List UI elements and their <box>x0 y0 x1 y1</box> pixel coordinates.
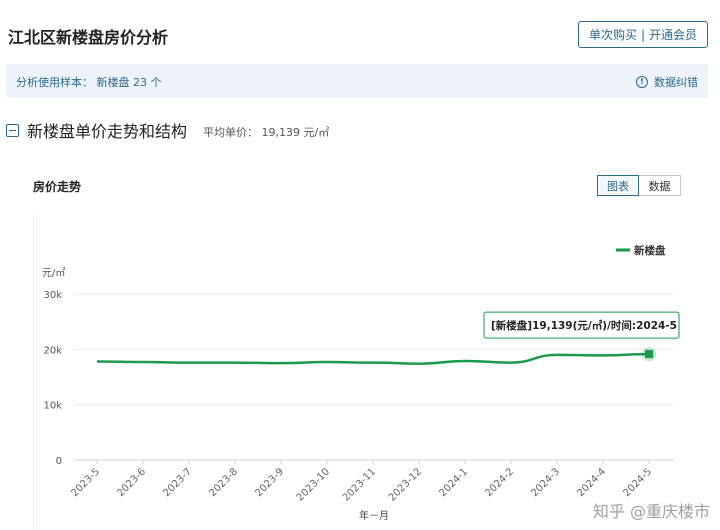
x-tick-label: 2024-3 <box>529 466 562 499</box>
view-toggle: 图表 数据 <box>597 175 681 196</box>
tab-chart[interactable]: 图表 <box>597 175 639 196</box>
open-membership-link[interactable]: 开通会员 <box>649 26 697 43</box>
x-tick-label: 2023-8 <box>207 466 240 499</box>
price-trend-chart: 0 10k 20k 30k 元/㎡ 2023-5 2023-6 2023-7 2023-8 202… <box>33 212 693 530</box>
x-tick-label: 2023-10 <box>295 466 332 503</box>
chart-title: 房价走势 <box>33 180 82 194</box>
sample-info-bar: 分析使用样本： 新楼盘 23 个 ! 数据纠错 <box>6 64 708 98</box>
buy-once-link[interactable]: 单次购买 <box>589 26 637 43</box>
x-tick-label: 2023-12 <box>387 466 424 503</box>
x-tick-label: 2023-6 <box>115 466 148 499</box>
data-correction-button[interactable]: ! 数据纠错 <box>636 74 698 90</box>
tab-data[interactable]: 数据 <box>639 175 681 196</box>
x-tick-label: 2024-5 <box>621 466 654 499</box>
x-tick-label: 2023-5 <box>69 466 102 499</box>
x-tick-label: 2024-4 <box>575 466 608 499</box>
y-tick-label: 20k <box>43 345 62 356</box>
x-tick-label: 2023-11 <box>341 466 378 503</box>
button-separator: | <box>640 27 646 42</box>
legend-label: 新楼盘 <box>634 244 666 257</box>
info-circle-icon: ! <box>636 76 648 88</box>
series-line-new-homes <box>96 352 650 365</box>
watermark: 知乎 @重庆楼市 <box>592 502 710 521</box>
average-price: 平均单价： 19,139 元/㎡ <box>203 125 330 139</box>
section-title: 新楼盘单价走势和结构 <box>27 122 188 141</box>
sample-count-label: 分析使用样本： 新楼盘 23 个 <box>16 76 162 89</box>
x-axis-label: 年－月 <box>359 509 389 522</box>
data-point-marker <box>645 350 653 359</box>
data-correction-label[interactable]: 数据纠错 <box>654 74 698 90</box>
purchase-membership-button[interactable]: 单次购买 | 开通会员 <box>578 21 708 48</box>
y-tick-label: 0 <box>56 456 62 467</box>
x-tick-label: 2024-2 <box>483 466 516 499</box>
x-tick-label: 2023-9 <box>253 466 286 499</box>
y-axis-label: 元/㎡ <box>42 267 65 279</box>
x-tick-label: 2023-7 <box>161 466 194 499</box>
chart-svg: 0 10k 20k 30k 元/㎡ 2023-5 2023-6 2023-7 2023-8 202… <box>42 244 680 522</box>
y-tick-label: 10k <box>43 401 62 412</box>
y-tick-label: 30k <box>43 290 62 301</box>
page-title: 江北区新楼盘房价分析 <box>8 28 169 47</box>
x-tick-label: 2024-1 <box>437 466 470 499</box>
collapse-icon[interactable] <box>6 123 19 137</box>
section-header: 新楼盘单价走势和结构 平均单价： 19,139 元/㎡ <box>6 118 329 142</box>
tooltip-text: [新楼盘]19,139(元/㎡)/时间:2024-5 <box>491 319 677 332</box>
